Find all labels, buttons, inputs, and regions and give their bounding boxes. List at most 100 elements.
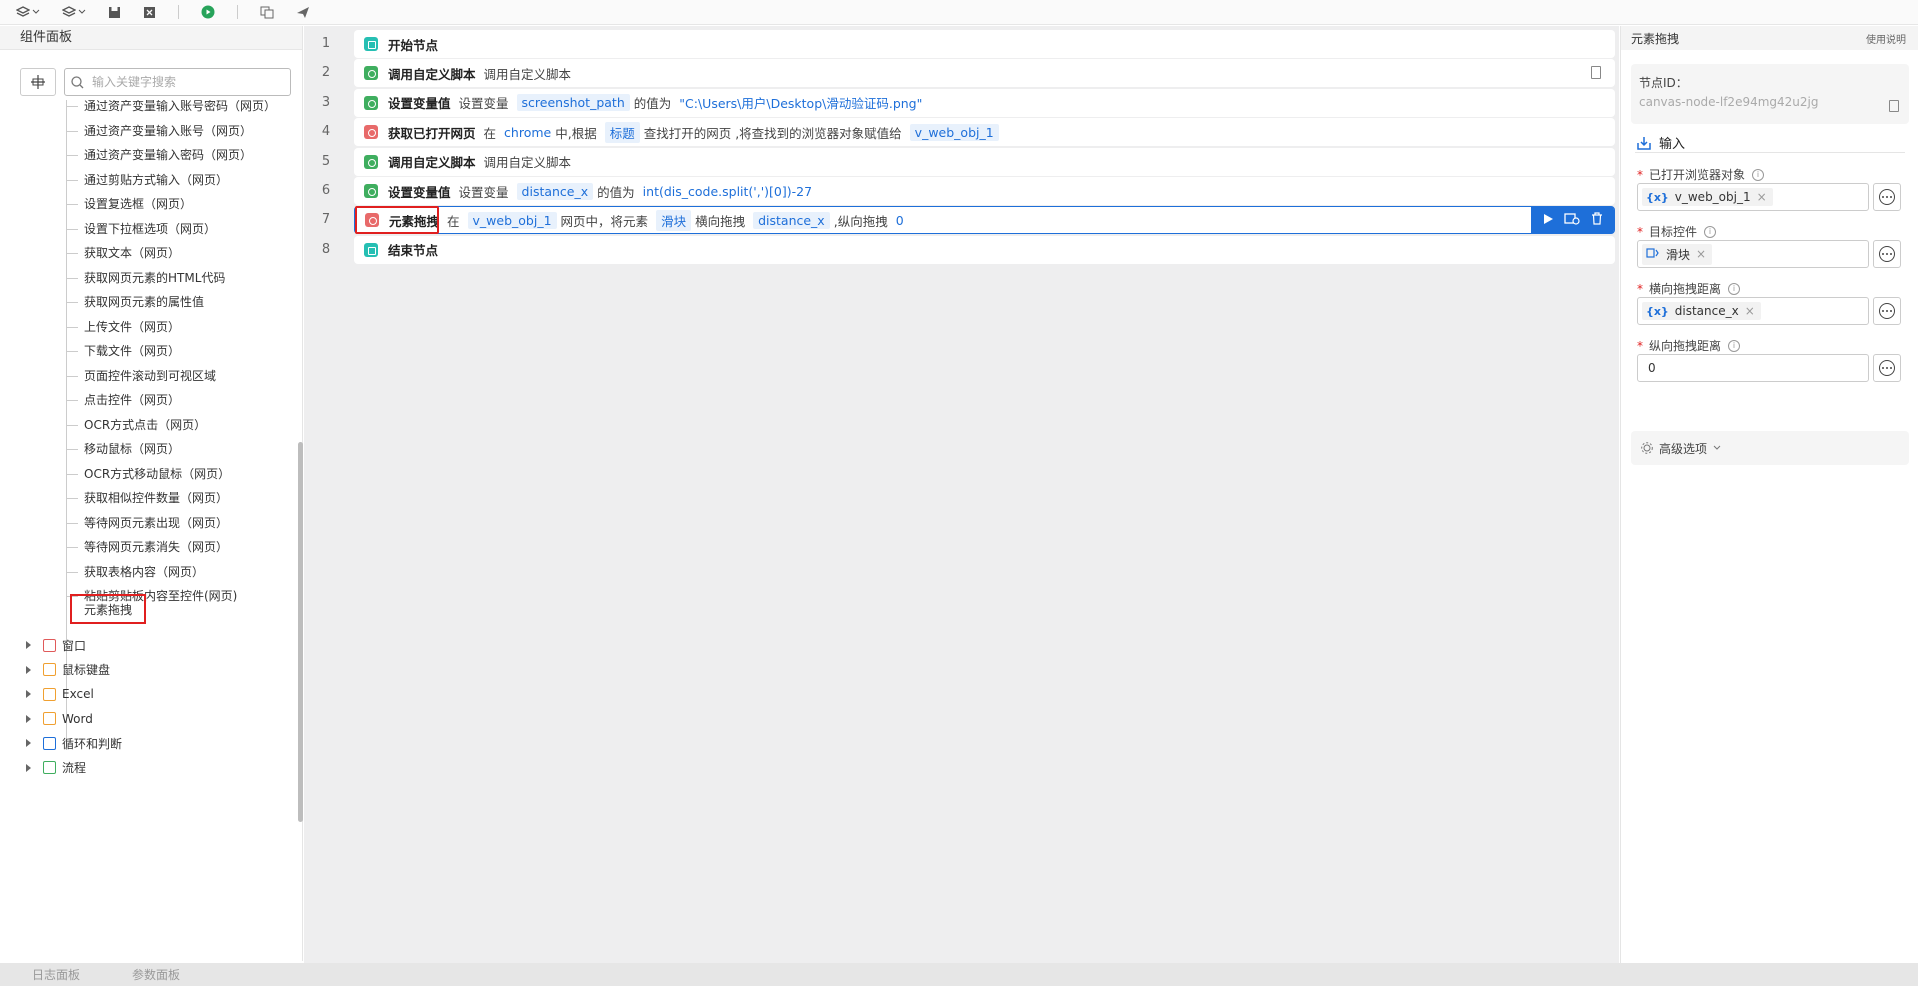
node-variable-tag: screenshot_path: [516, 94, 630, 112]
layers-alt-icon: [62, 6, 76, 17]
properties-header: 元素拖拽 使用说明: [1621, 26, 1918, 50]
panel-title: 组件面板: [0, 26, 302, 50]
top-toolbar: [0, 0, 1918, 25]
field-input[interactable]: 0: [1637, 354, 1869, 382]
node-variable-tag: v_web_obj_1: [467, 211, 557, 229]
required-mark: *: [1637, 338, 1643, 353]
row-number: 8: [321, 241, 331, 257]
dot: [1890, 253, 1892, 255]
more-options-button[interactable]: [1873, 354, 1901, 382]
advanced-options[interactable]: 高级选项: [1631, 431, 1909, 465]
copy-icon[interactable]: [1889, 100, 1899, 112]
node-desc-text: 的值为: [633, 96, 672, 112]
flow-node[interactable]: 元素拖拽在 v_web_obj_1 网页中，将元素 滑块 横向拖拽 distance_x,…: [354, 206, 1615, 235]
row-number: 4: [321, 124, 331, 140]
tab-param-panel[interactable]: 参数面板: [132, 966, 180, 983]
send-button[interactable]: [296, 6, 310, 19]
category-icon: [43, 736, 56, 750]
field-input[interactable]: 滑块 ×: [1637, 240, 1869, 268]
dot: [1882, 367, 1884, 369]
category-icon: [43, 638, 56, 652]
flow-node[interactable]: 获取已打开网页在 chrome 中,根据 标题 查找打开的网页 ,将查找到的浏览器对象赋…: [354, 118, 1615, 147]
footer-bar: 日志面板 参数面板: [0, 963, 1918, 986]
flow-node[interactable]: 调用自定义脚本 调用自定义脚本: [354, 59, 1615, 88]
required-mark: *: [1637, 167, 1643, 182]
more-options-button[interactable]: [1873, 183, 1901, 211]
dot: [1882, 310, 1884, 312]
node-desc-text: 的值为: [597, 184, 635, 200]
flow-node[interactable]: 开始节点: [354, 30, 1615, 58]
input-section-title: 输入: [1637, 133, 1685, 152]
field-label: * 横向拖拽距离 i: [1637, 280, 1741, 297]
field-input[interactable]: {x} distance_x ×: [1637, 297, 1869, 325]
category-item[interactable]: 流程: [26, 753, 86, 783]
node-title: 调用自定义脚本: [388, 66, 476, 82]
node-desc-text: 在: [483, 125, 497, 141]
category-icon: [43, 712, 56, 725]
save-button[interactable]: [108, 6, 121, 19]
info-icon[interactable]: i: [1704, 225, 1717, 238]
flow-node[interactable]: 结束节点: [354, 235, 1615, 264]
node-title: 设置变量值: [388, 184, 451, 200]
remove-icon[interactable]: ×: [1745, 304, 1755, 318]
more-options-button[interactable]: [1873, 297, 1901, 325]
more-icon: [1879, 246, 1895, 262]
node-title: 获取已打开网页: [388, 125, 476, 141]
node-desc-text: 中,根据: [555, 125, 597, 141]
node-type-icon: [364, 37, 378, 51]
copy-window-icon: [260, 6, 274, 18]
copy-window-button[interactable]: [260, 6, 274, 19]
node-id-label: 节点ID：: [1639, 76, 1688, 90]
info-icon[interactable]: i: [1752, 168, 1765, 181]
node-value-text: chrome: [504, 124, 552, 140]
field-chip: 滑块 ×: [1642, 243, 1713, 265]
delete-node-icon[interactable]: [1591, 212, 1603, 228]
close-icon: [144, 6, 155, 18]
field-label: * 已打开浏览器对象 i: [1637, 166, 1765, 183]
flow-node[interactable]: 设置变量值 设置变量 distance_x 的值为 int(dis_code.split…: [354, 177, 1615, 205]
run-icon: [201, 5, 215, 19]
more-options-button[interactable]: [1873, 240, 1901, 268]
chevron-right-icon: [26, 641, 31, 649]
node-desc-text: 设置变量: [458, 184, 509, 200]
tree-item-selected[interactable]: 元素拖拽: [70, 594, 147, 624]
dot: [1890, 367, 1892, 369]
category-label: 循环和判断: [62, 736, 123, 751]
remove-icon[interactable]: ×: [1696, 247, 1706, 261]
search-input[interactable]: [92, 75, 282, 89]
dot: [1886, 196, 1888, 198]
dot: [1886, 367, 1888, 369]
layers-dropdown-button[interactable]: [16, 6, 40, 18]
run-node-icon[interactable]: [1542, 213, 1554, 228]
category-label: 流程: [62, 761, 87, 775]
chevron-right-icon: [26, 714, 31, 723]
layers-alt-dropdown-button[interactable]: [62, 6, 86, 18]
node-desc-text: 设置变量: [458, 96, 509, 112]
category-label: Excel: [62, 687, 94, 701]
tab-log-panel[interactable]: 日志面板: [32, 966, 80, 983]
field-value: 0: [1648, 361, 1656, 375]
node-highlight-box: [355, 206, 439, 235]
flow-node[interactable]: 设置变量值 设置变量 screenshot_path 的值为 "C:\Users\用户\…: [354, 88, 1615, 117]
info-icon[interactable]: i: [1728, 339, 1741, 352]
node-desc-text: 横向拖拽: [695, 213, 746, 229]
send-icon: [297, 6, 309, 18]
info-icon[interactable]: i: [1728, 282, 1741, 295]
help-link[interactable]: 使用说明: [1866, 31, 1906, 46]
field-chip: {x} distance_x ×: [1642, 302, 1761, 320]
field-input[interactable]: {x} v_web_obj_1 ×: [1637, 183, 1869, 211]
node-desc-text: 网页中，将元素: [560, 213, 649, 229]
run-button[interactable]: [201, 5, 215, 19]
close-button[interactable]: [143, 6, 156, 19]
node-variable-tag: distance_x: [516, 182, 594, 200]
remove-icon[interactable]: ×: [1757, 190, 1767, 204]
collapse-tree-button[interactable]: [20, 68, 56, 96]
node-type-icon: [364, 242, 378, 257]
node-desc-text: 调用自定义脚本: [483, 66, 572, 82]
copy-icon[interactable]: [1591, 66, 1601, 80]
node-type-icon: [364, 66, 378, 81]
debug-node-icon[interactable]: [1564, 213, 1581, 228]
flow-node[interactable]: 调用自定义脚本 调用自定义脚本: [354, 147, 1615, 176]
tree-scrollbar[interactable]: [298, 442, 303, 822]
node-id-box: 节点ID： canvas-node-lf2e94mg42u2jg: [1631, 64, 1909, 124]
